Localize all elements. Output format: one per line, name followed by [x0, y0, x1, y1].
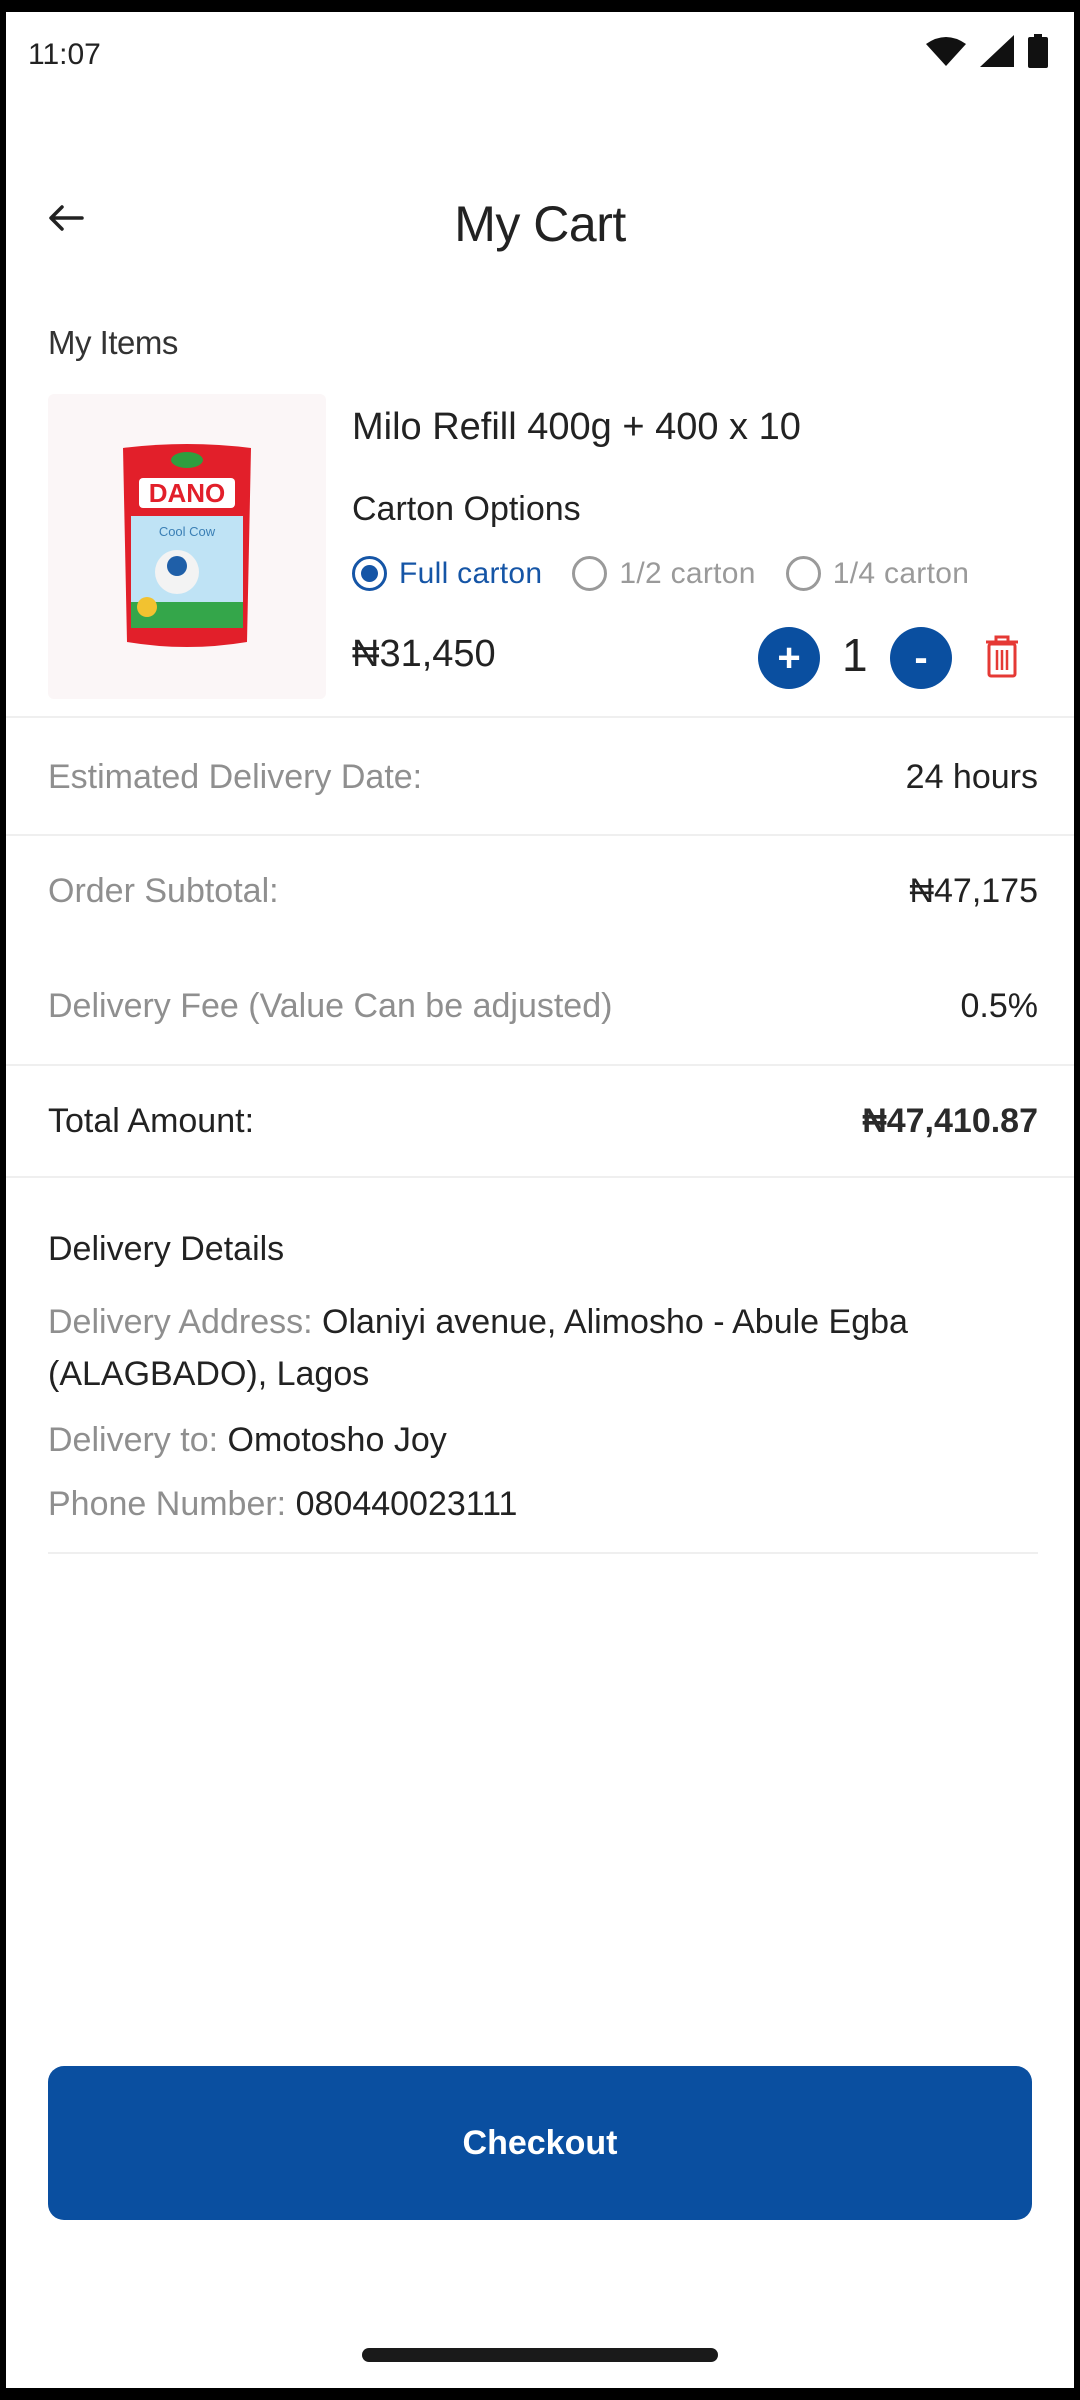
divider	[6, 1176, 1074, 1178]
delivery-fee-value: 0.5%	[960, 987, 1039, 1025]
checkout-button[interactable]: Checkout	[48, 2066, 1032, 2220]
delivery-to-label: Delivery to:	[48, 1421, 219, 1459]
my-items-label: My Items	[48, 324, 178, 361]
delivery-date-value: 24 hours	[905, 758, 1038, 796]
delivery-details-title: Delivery Details	[48, 1230, 285, 1268]
carton-options-label: Carton Options	[352, 490, 581, 528]
status-time: 11:07	[28, 38, 101, 71]
divider	[48, 1552, 1038, 1554]
subtotal-value: ₦47,175	[909, 872, 1038, 910]
radio-unchecked-icon	[572, 556, 608, 591]
delivery-address: Delivery Address: Olaniyi avenue, Alimos…	[48, 1296, 1038, 1400]
carton-option-full[interactable]: Full carton	[352, 556, 542, 591]
delivery-to-value: Omotosho Joy	[227, 1421, 447, 1459]
package-caption: Cool Cow	[159, 524, 216, 539]
divider	[6, 716, 1074, 718]
product-price: ₦31,450	[352, 633, 496, 675]
carton-option-quarter[interactable]: 1/4 carton	[785, 556, 970, 591]
delete-item-button[interactable]	[984, 634, 1028, 684]
carton-option-label: 1/4 carton	[832, 556, 970, 590]
subtotal-label: Order Subtotal:	[48, 872, 279, 910]
signal-icon	[980, 35, 1014, 67]
cart-screen: 11:07 My Cart My Items DANO Cool Cow Mil…	[6, 12, 1074, 2388]
battery-icon	[1028, 34, 1048, 68]
divider	[6, 834, 1074, 836]
carton-options-group: Full carton 1/2 carton 1/4 carton	[352, 556, 999, 591]
delivery-recipient: Delivery to: Omotosho Joy	[48, 1414, 1038, 1466]
brand-text: DANO	[149, 478, 226, 508]
carton-option-half[interactable]: 1/2 carton	[572, 556, 755, 591]
subtotal-row: Order Subtotal: ₦47,175	[48, 872, 1038, 911]
phone-value: 080440023111	[295, 1485, 518, 1523]
total-label: Total Amount:	[48, 1102, 255, 1140]
radio-checked-icon	[352, 556, 387, 591]
delivery-date-label: Estimated Delivery Date:	[48, 758, 423, 796]
status-icons	[926, 34, 1048, 68]
increase-quantity-button[interactable]: +	[758, 627, 820, 689]
delivery-date-row: Estimated Delivery Date: 24 hours	[48, 758, 1038, 797]
delivery-phone: Phone Number: 080440023111	[48, 1478, 1038, 1530]
delivery-fee-row: Delivery Fee (Value Can be adjusted) 0.5…	[48, 987, 1038, 1026]
product-name: Milo Refill 400g + 400 x 10	[352, 406, 801, 448]
product-package-image: DANO Cool Cow	[123, 443, 251, 647]
delivery-fee-label: Delivery Fee (Value Can be adjusted)	[48, 987, 613, 1025]
page-title: My Cart	[454, 196, 626, 252]
carton-option-label: 1/2 carton	[619, 556, 756, 590]
status-bar: 11:07	[6, 12, 1074, 92]
total-value: ₦47,410.87	[862, 1102, 1038, 1140]
home-indicator[interactable]	[362, 2348, 718, 2362]
delivery-address-label: Delivery Address:	[48, 1303, 313, 1341]
carton-option-label: Full carton	[399, 556, 543, 590]
product-image: DANO Cool Cow	[48, 394, 326, 699]
quantity-value: 1	[842, 629, 868, 681]
trash-icon	[986, 635, 1018, 678]
decrease-quantity-button[interactable]: -	[890, 627, 952, 689]
divider	[6, 1064, 1074, 1066]
radio-unchecked-icon	[785, 556, 821, 591]
total-row: Total Amount: ₦47,410.87	[48, 1102, 1038, 1141]
wifi-icon	[926, 37, 966, 66]
phone-label: Phone Number:	[48, 1485, 287, 1523]
